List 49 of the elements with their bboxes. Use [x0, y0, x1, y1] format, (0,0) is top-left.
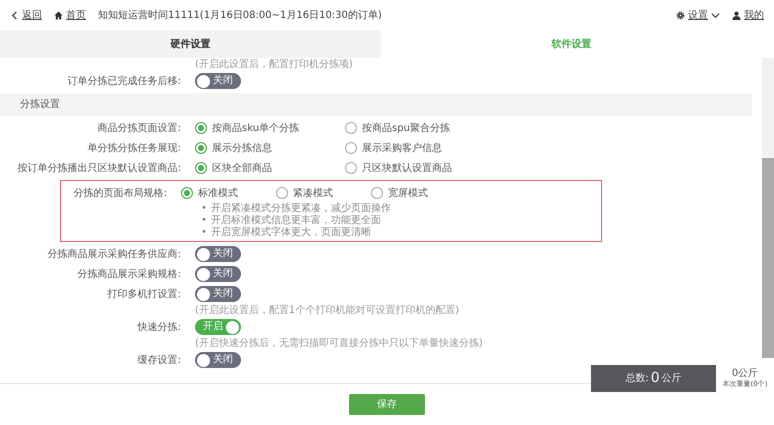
- tip-text: 开启紧凑模式分拣更紧凑，减少页面操作: [210, 203, 391, 214]
- caret-icon: [711, 10, 720, 20]
- field-label: 订单分拣已完成任务后移:: [66, 74, 182, 88]
- radio-option[interactable]: 只区块默认设置商品: [345, 160, 495, 176]
- radio-option[interactable]: 按商品spu聚合分拣: [345, 120, 495, 136]
- chevron-left-icon: [10, 10, 19, 20]
- current-weight: 0公斤: [732, 368, 758, 378]
- toggle-switch[interactable]: 关闭: [195, 286, 241, 302]
- total-label: 总数:: [625, 372, 649, 386]
- section-header: 分拣设置: [0, 93, 752, 116]
- hint-text: (开启此设置后，配置打印机分拣项): [195, 58, 353, 71]
- toggle-switch[interactable]: 关闭: [195, 73, 241, 89]
- tip-text: 开启标准模式信息更丰富，功能更全面: [210, 215, 381, 226]
- toggle-switch[interactable]: 关闭: [195, 266, 241, 282]
- radio-option[interactable]: 宽屏模式: [371, 186, 466, 200]
- toggle-switch[interactable]: 关闭: [195, 246, 241, 262]
- field-label: 快速分拣:: [136, 320, 182, 334]
- bullet-text: •: [201, 203, 207, 215]
- scrollbar[interactable]: [762, 58, 774, 358]
- toggle-switch[interactable]: 关闭: [195, 352, 241, 368]
- bullet-text: •: [201, 215, 207, 227]
- user-icon: [732, 10, 741, 20]
- field-label: 单分拣分拣任务展现:: [86, 142, 182, 156]
- radio-option[interactable]: 紧凑模式: [276, 186, 371, 200]
- back-link[interactable]: 返回: [10, 8, 42, 22]
- field-label: 分拣商品展示采购规格:: [76, 268, 182, 282]
- gear-icon: [676, 10, 685, 20]
- page-title: 知知短运营时间11111(1月16日08:00~1月16日10:30的订单): [98, 8, 382, 22]
- radio-option[interactable]: 展示分拣信息: [195, 140, 345, 156]
- field-label: 分拣商品展示采购任务供应商:: [46, 248, 182, 262]
- radio-option[interactable]: 展示采购客户信息: [345, 140, 495, 156]
- settings-menu[interactable]: 设置: [676, 8, 720, 22]
- field-label: 缓存设置:: [136, 354, 182, 368]
- total-value: 0: [650, 369, 660, 388]
- user-link[interactable]: 我的: [732, 8, 764, 22]
- radio-option[interactable]: 按商品sku单个分拣: [195, 120, 345, 136]
- hint-text: (开启快速分拣后，无需扫描即可直接分拣中只以下单量快速分拣): [195, 337, 483, 350]
- field-label: 按订单分拣播出只区块默认设置商品:: [16, 162, 182, 176]
- tip-text: 开启宽屏模式字体更大，页面更清晰: [210, 227, 371, 239]
- radio-option[interactable]: 区块全部商品: [195, 160, 345, 176]
- field-label: 商品分拣页面设置:: [96, 122, 182, 136]
- home-link[interactable]: 首页: [54, 8, 86, 22]
- hint-text: (开启此设置后，配置1个个打印机能对可设置打印机的配置): [195, 304, 460, 317]
- unit-label: 公斤: [662, 372, 682, 386]
- radio-option[interactable]: 标准模式: [181, 186, 276, 200]
- bullet-text: •: [201, 227, 207, 239]
- field-label: 分拣的页面布局规格:: [72, 186, 168, 200]
- field-label: 打印多机打设置:: [106, 288, 182, 302]
- home-icon: [54, 10, 63, 20]
